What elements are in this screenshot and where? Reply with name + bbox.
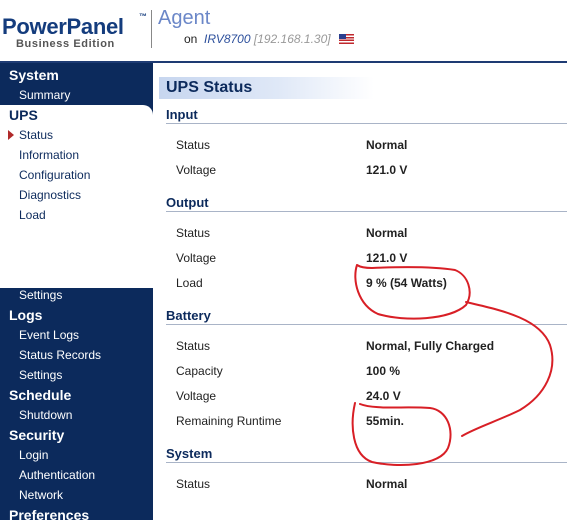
sidebar-item-shutdown[interactable]: Shutdown: [0, 405, 153, 425]
section-rule: [166, 462, 567, 463]
host-ip: [192.168.1.30]: [253, 32, 331, 46]
host-info: on IRV8700 [192.168.1.30]: [184, 32, 354, 46]
output-voltage-label: Voltage: [176, 251, 217, 265]
battery-status-value: Normal, Fully Charged: [366, 339, 495, 353]
page-title: UPS Status: [166, 79, 253, 96]
output-status-value: Normal: [366, 226, 408, 240]
input-status-value: Normal: [366, 138, 408, 152]
sidebar-item-event-logs[interactable]: Event Logs: [0, 325, 153, 345]
sidebar-item-log-settings[interactable]: Settings: [0, 365, 153, 385]
nav-section-schedule[interactable]: Schedule: [0, 385, 153, 405]
logo-title: PowerPanel: [2, 14, 124, 39]
battery-runtime-label: Remaining Runtime: [176, 414, 282, 428]
nav-section-system[interactable]: System: [0, 65, 153, 85]
input-voltage-value: 121.0 V: [366, 163, 408, 177]
sidebar-item-configuration[interactable]: Configuration: [0, 165, 153, 185]
section-rule: [166, 123, 567, 124]
battery-capacity-value: 100 %: [366, 364, 401, 378]
nav-section-logs[interactable]: Logs: [0, 305, 153, 325]
sidebar-item-login[interactable]: Login: [0, 445, 153, 465]
battery-capacity-label: Capacity: [176, 364, 223, 378]
nav-section-event-action[interactable]: Event Action: [0, 225, 153, 245]
system-status-label: Status: [176, 477, 211, 491]
output-load-label: Load: [176, 276, 203, 290]
host-on-label: on: [184, 32, 198, 46]
section-heading-system: System: [166, 446, 213, 461]
header-divider: [151, 10, 152, 48]
sidebar-item-information[interactable]: Information: [0, 145, 153, 165]
input-voltage-label: Voltage: [176, 163, 217, 177]
battery-runtime-value: 55min.: [366, 414, 405, 428]
host-name: IRV8700: [204, 32, 251, 46]
product-name: Agent: [158, 7, 211, 29]
battery-voltage-value: 24.0 V: [366, 389, 401, 403]
output-status-label: Status: [176, 226, 211, 240]
logo-subtitle: Business Edition: [16, 38, 115, 50]
section-heading-output: Output: [166, 195, 209, 210]
sidebar-item-summary[interactable]: Summary: [0, 85, 153, 105]
sidebar-item-diagnostics[interactable]: Diagnostics: [0, 185, 153, 205]
nav-section-ups[interactable]: UPS: [0, 105, 153, 125]
main-content: UPS Status Input Status Normal Voltage 1…: [153, 63, 567, 520]
section-rule: [166, 324, 567, 325]
sidebar-item-status-label: Status: [19, 128, 54, 142]
section-heading-input: Input: [166, 107, 198, 122]
sidebar-item-network[interactable]: Network: [0, 485, 153, 505]
us-flag-icon: [338, 33, 354, 44]
output-load-value: 9 % (54 Watts): [366, 276, 447, 290]
nav-section-preferences[interactable]: Preferences: [0, 505, 153, 520]
system-status-value: Normal: [366, 477, 408, 491]
selected-arrow-icon: [8, 130, 14, 140]
sidebar-nav: System Summary UPS Status Information Co…: [0, 63, 153, 520]
sidebar-item-event-settings[interactable]: Settings: [0, 285, 153, 305]
sidebar-item-events[interactable]: Events: [0, 245, 153, 265]
logo-trademark: ™: [139, 12, 147, 21]
sidebar-item-recipient[interactable]: Recipient: [0, 265, 153, 285]
page-title-bar: UPS Status: [159, 77, 374, 99]
sidebar-item-status-records[interactable]: Status Records: [0, 345, 153, 365]
sidebar-item-authentication[interactable]: Authentication: [0, 465, 153, 485]
section-heading-battery: Battery: [166, 308, 211, 323]
sidebar-item-status[interactable]: Status: [0, 125, 153, 145]
input-status-label: Status: [176, 138, 211, 152]
app-header: PowerPanel ™ Business Edition Agent on I…: [0, 0, 567, 63]
battery-voltage-label: Voltage: [176, 389, 217, 403]
sidebar-item-load[interactable]: Load: [0, 205, 153, 225]
battery-status-label: Status: [176, 339, 211, 353]
nav-section-security[interactable]: Security: [0, 425, 153, 445]
output-voltage-value: 121.0 V: [366, 251, 408, 265]
section-rule: [166, 211, 567, 212]
